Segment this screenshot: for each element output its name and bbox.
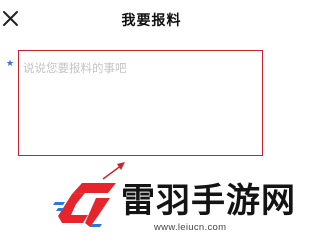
- arrow-decoration-icon: [102, 162, 125, 180]
- report-content-input[interactable]: [18, 50, 263, 156]
- page-title: 我要报料: [121, 13, 182, 29]
- report-page: 我要报料 ★ 雷羽手游网 www.leiucn.com: [0, 0, 303, 242]
- watermark-url: www.leiucn.com: [154, 222, 227, 233]
- site-logo-icon: [53, 183, 116, 227]
- top-bar: 我要报料: [0, 0, 303, 40]
- required-star-icon: ★: [6, 59, 15, 69]
- watermark-site-name: 雷羽手游网: [121, 181, 296, 221]
